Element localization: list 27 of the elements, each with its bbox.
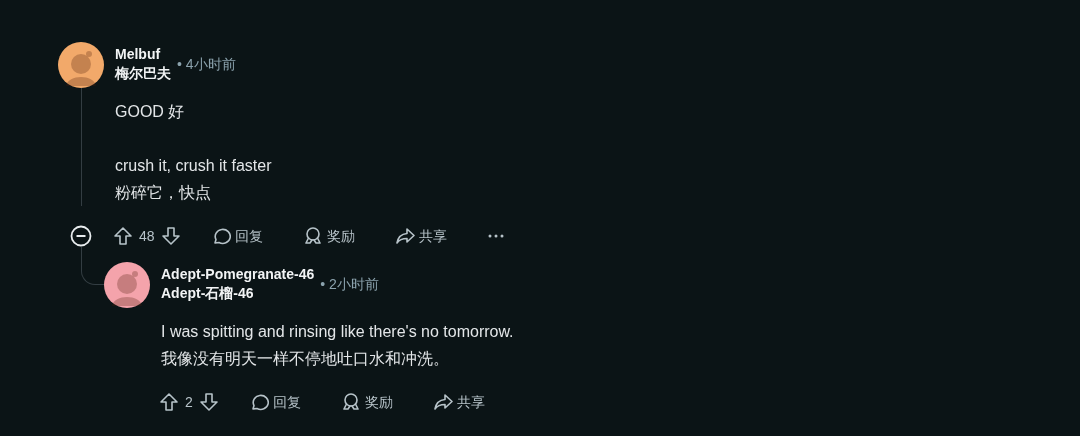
award-button[interactable]: 奖励: [334, 387, 399, 417]
upvote-button[interactable]: [157, 390, 181, 414]
share-icon: [432, 392, 453, 412]
vote-count: 2: [185, 392, 193, 412]
timestamp: • 2小时前: [320, 274, 379, 294]
award-button[interactable]: 奖励: [296, 221, 361, 251]
award-icon: [340, 392, 361, 412]
username-translation: Adept-石榴-46: [161, 284, 255, 303]
timestamp: • 4小时前: [177, 54, 236, 74]
avatar-icon[interactable]: [104, 262, 150, 308]
username[interactable]: Adept-Pomegranate-46: [161, 265, 315, 284]
username-translation: 梅尔巴夫: [115, 64, 171, 83]
upvote-button[interactable]: [111, 224, 135, 248]
avatar-icon[interactable]: [58, 42, 104, 88]
comment-text: I was spitting and rinsing like there's no tomorrow. 我像没有明天一样不停地吐口水和冲洗。: [161, 322, 515, 369]
reply-button[interactable]: 回复: [242, 387, 307, 417]
share-button[interactable]: 共享: [388, 221, 453, 251]
reply-button[interactable]: 回复: [204, 221, 269, 251]
comment-text: crush it, crush it faster 粉碎它，快点: [115, 156, 273, 203]
award-icon: [302, 226, 323, 246]
username[interactable]: Melbuf: [115, 45, 171, 64]
share-icon: [394, 226, 415, 246]
comment-text: GOOD 好: [115, 102, 186, 122]
ellipsis-icon: [486, 233, 505, 239]
vote-count: 48: [139, 226, 155, 246]
collapse-icon[interactable]: [70, 225, 92, 247]
share-button[interactable]: 共享: [426, 387, 491, 417]
